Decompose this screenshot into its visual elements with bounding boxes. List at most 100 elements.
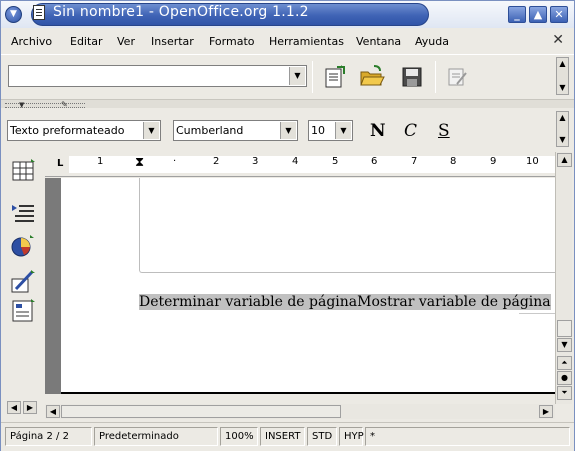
paragraph-style-value: Texto preformateado: [10, 124, 125, 137]
ruler-label: 8: [450, 156, 457, 167]
header-frame: [139, 178, 559, 273]
menu-formato[interactable]: Formato: [209, 35, 255, 48]
font-name-value: Cumberland: [176, 124, 244, 137]
menu-editar[interactable]: Editar: [70, 35, 103, 48]
menu-insertar[interactable]: Insertar: [151, 35, 194, 48]
text-line[interactable]: Determinar variable de páginaMostrar var…: [139, 291, 551, 313]
chevron-up-icon[interactable]: ▲: [557, 112, 568, 123]
document-area[interactable]: Determinar variable de páginaMostrar var…: [45, 178, 559, 394]
set-variable-field[interactable]: Determinar variable de página: [139, 294, 358, 310]
scroll-right-button[interactable]: ▶: [539, 405, 553, 418]
menu-ver[interactable]: Ver: [117, 35, 135, 48]
tab-stop-icon[interactable]: L: [57, 158, 63, 169]
toolbar-grip[interactable]: ▼ ✎: [1, 99, 574, 109]
menu-ventana[interactable]: Ventana: [356, 35, 401, 48]
chevron-down-icon[interactable]: ▼: [289, 67, 305, 85]
page-style[interactable]: Predeterminado: [94, 427, 218, 446]
open-folder-icon[interactable]: [359, 64, 385, 90]
paragraph-style-combo[interactable]: Texto preformateado ▼: [7, 120, 161, 141]
window-menu-button[interactable]: ▼: [5, 6, 22, 23]
vertical-scrollbar[interactable]: ▲ ▼ ⏶ ● ⏷: [555, 152, 572, 404]
draw-functions-icon[interactable]: [10, 269, 36, 295]
scroll-left-button[interactable]: ◀: [46, 405, 60, 418]
show-variable-field[interactable]: Mostrar variable de página: [357, 294, 551, 310]
underline-button[interactable]: S: [438, 121, 450, 141]
page[interactable]: Determinar variable de páginaMostrar var…: [61, 178, 559, 393]
navigator-button[interactable]: ●: [557, 371, 572, 385]
text-boundary: [519, 313, 559, 314]
navigation-icon: ●: [561, 373, 568, 382]
toolbar-scroll[interactable]: ▲ ▼: [556, 111, 569, 147]
pin-icon[interactable]: ✎: [61, 100, 68, 109]
close-document-icon[interactable]: ✕: [552, 32, 564, 48]
chevron-right-icon: ▶: [26, 403, 34, 412]
scroll-up-button[interactable]: ▲: [557, 153, 572, 167]
close-icon: ✕: [554, 8, 564, 21]
bold-button[interactable]: N: [370, 121, 386, 141]
scroll-left-button[interactable]: ◀: [7, 401, 21, 414]
menu-herramientas[interactable]: Herramientas: [269, 35, 344, 48]
chevron-up-icon[interactable]: ▲: [557, 58, 568, 69]
document-icon: [33, 5, 45, 20]
hyperlink-mode[interactable]: HYP: [339, 427, 364, 446]
zoom-level[interactable]: 100%: [220, 427, 258, 446]
font-size-value: 10: [311, 124, 325, 137]
previous-page-button[interactable]: ⏶: [557, 356, 572, 370]
ruler-label: 4: [292, 156, 299, 167]
edit-file-icon[interactable]: [321, 64, 347, 90]
font-size-combo[interactable]: 10 ▼: [308, 120, 353, 141]
font-name-combo[interactable]: Cumberland ▼: [173, 120, 298, 141]
close-button[interactable]: ✕: [550, 6, 568, 23]
ruler-label: 1: [97, 156, 104, 167]
object-toolbar: Texto preformateado ▼ Cumberland ▼ 10 ▼ …: [1, 109, 574, 149]
ruler-label: 2: [213, 156, 220, 167]
insert-fields-icon[interactable]: [10, 200, 36, 226]
italic-button[interactable]: C: [404, 121, 417, 141]
edit-mode-icon[interactable]: [444, 64, 470, 90]
maximize-icon: ▲: [533, 8, 543, 21]
status-bar: Página 2 / 2 Predeterminado 100% INSERT …: [1, 422, 574, 451]
form-controls-icon[interactable]: [10, 298, 36, 324]
chevron-down-icon[interactable]: ▼: [335, 122, 351, 139]
page-indicator[interactable]: Página 2 / 2: [5, 427, 92, 446]
save-icon[interactable]: [399, 64, 425, 90]
minimize-icon: _: [514, 8, 520, 21]
insert-mode[interactable]: INSERT: [260, 427, 305, 446]
insert-table-icon[interactable]: [10, 158, 36, 184]
main-toolbar: [1, 150, 44, 418]
url-combo[interactable]: ▼: [8, 65, 307, 87]
modified-indicator: *: [365, 427, 570, 446]
chevron-down-icon[interactable]: ▼: [280, 122, 296, 139]
scroll-right-button[interactable]: ▶: [23, 401, 37, 414]
toolbar-separator: [435, 61, 436, 93]
chevron-down-icon[interactable]: ▼: [143, 122, 159, 139]
insert-object-icon[interactable]: [10, 233, 36, 259]
vertical-scroll-thumb[interactable]: [557, 320, 572, 337]
page-edge: [61, 392, 555, 394]
horizontal-scroll-thumb[interactable]: [61, 405, 341, 418]
ruler-label: 3: [252, 156, 259, 167]
menu-bar: Archivo Editar Ver Insertar Formato Herr…: [1, 29, 574, 53]
chevron-right-icon: ▶: [542, 407, 550, 416]
selection-mode[interactable]: STD: [307, 427, 337, 446]
collapse-icon[interactable]: ▼: [19, 101, 24, 109]
toolbar-scroll[interactable]: ▲ ▼: [556, 57, 569, 95]
indent-marker-icon[interactable]: ⧗: [135, 155, 144, 170]
horizontal-scrollbar[interactable]: ◀ ▶: [45, 404, 555, 419]
next-page-button[interactable]: ⏷: [557, 386, 572, 400]
maximize-button[interactable]: ▲: [529, 6, 547, 23]
toolbar-scroll-arrows: ◀ ▶: [5, 401, 43, 417]
horizontal-ruler[interactable]: L ⧗ 1 2 3 4 5 6 7 8 9 10 ·: [45, 152, 555, 177]
double-chevron-up-icon: ⏶: [561, 358, 568, 367]
title-bar[interactable]: ▼ Sin nombre1 - OpenOffice.org 1.1.2 _ ▲…: [1, 1, 574, 28]
ruler-label: 10: [526, 156, 539, 167]
menu-ayuda[interactable]: Ayuda: [415, 35, 449, 48]
chevron-down-icon[interactable]: ▼: [557, 82, 568, 93]
minimize-button[interactable]: _: [508, 6, 526, 23]
chevron-left-icon: ◀: [10, 403, 18, 412]
toolbar-separator: [312, 61, 313, 93]
app-window: ▼ Sin nombre1 - OpenOffice.org 1.1.2 _ ▲…: [0, 0, 575, 451]
chevron-down-icon[interactable]: ▼: [557, 134, 568, 145]
menu-archivo[interactable]: Archivo: [11, 35, 52, 48]
scroll-down-button[interactable]: ▼: [557, 338, 572, 352]
